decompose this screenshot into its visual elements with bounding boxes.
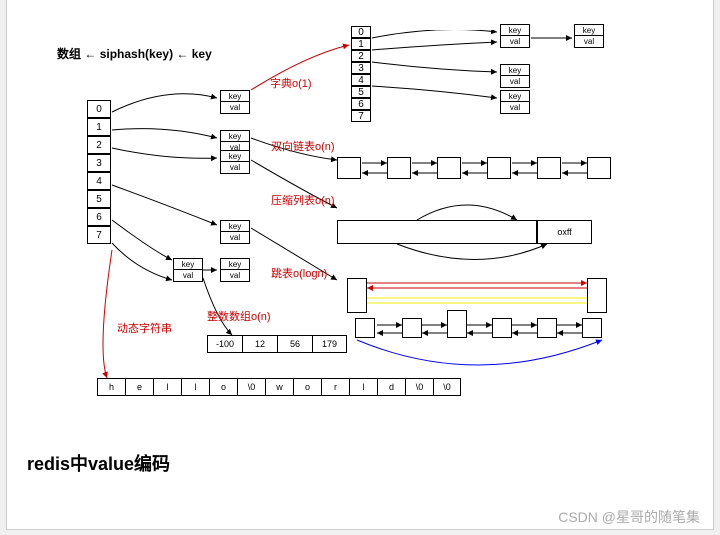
main-array-1: 1 [87, 118, 111, 136]
sl-n6 [582, 318, 602, 338]
dict-kv-1: keyval [500, 24, 530, 48]
dict-7: 7 [351, 110, 371, 122]
sl-n2 [402, 318, 422, 338]
kv-node-3: keyval [220, 150, 250, 174]
ll-node-3 [437, 157, 461, 179]
main-array-2: 2 [87, 136, 111, 154]
section-title: redis中value编码 [27, 450, 170, 476]
main-array-5: 5 [87, 190, 111, 208]
sl-n1 [355, 318, 375, 338]
main-array-6: 6 [87, 208, 111, 226]
main-array-7: 7 [87, 226, 111, 244]
kv-node-1: keyval [220, 90, 250, 114]
dict-kv-1b: keyval [574, 24, 604, 48]
ll-node-1 [337, 157, 361, 179]
linkedlist-label: 双向链表o(n) [271, 138, 335, 154]
page-container: 数组 ← siphash(key) ← key 0 1 2 3 4 5 6 7 … [6, 0, 714, 530]
dict-4: 4 [351, 74, 371, 86]
main-array-0: 0 [87, 100, 111, 118]
dict-label: 字典o(1) [270, 75, 312, 91]
dict-kv-2: keyval [500, 64, 530, 88]
main-array-3: 3 [87, 154, 111, 172]
ll-node-4 [487, 157, 511, 179]
skiplist-label: 跳表o(logn) [271, 265, 327, 281]
dict-3: 3 [351, 62, 371, 74]
sl-n3 [447, 310, 467, 338]
array-label: 数组 ← siphash(key) ← key [57, 45, 212, 62]
kv-node-5a: keyval [173, 258, 203, 282]
int-array: -1001256179 [207, 335, 347, 353]
ll-node-2 [387, 157, 411, 179]
diagram-area: 数组 ← siphash(key) ← key 0 1 2 3 4 5 6 7 … [17, 30, 697, 430]
dict-2: 2 [351, 50, 371, 62]
dict-0: 0 [351, 26, 371, 38]
sl-tail [587, 278, 607, 313]
ll-node-6 [587, 157, 611, 179]
ziplist-body [337, 220, 537, 244]
sl-head [347, 278, 367, 313]
ziplist-label: 压缩列表o(n) [271, 192, 335, 208]
sl-n4 [492, 318, 512, 338]
dict-kv-3: keyval [500, 90, 530, 114]
intarr-label: 整数数组o(n) [207, 308, 271, 324]
dict-1: 1 [351, 38, 371, 50]
dict-6: 6 [351, 98, 371, 110]
dict-5: 5 [351, 86, 371, 98]
kv-node-4: keyval [220, 220, 250, 244]
kv-node-5b: keyval [220, 258, 250, 282]
sl-n5 [537, 318, 557, 338]
watermark: CSDN @星哥的随笔集 [558, 507, 700, 527]
sds-array: hello\0world\0\0 [97, 378, 461, 396]
main-array-4: 4 [87, 172, 111, 190]
ziplist-end: oxff [537, 220, 592, 244]
ll-node-5 [537, 157, 561, 179]
sds-label: 动态字符串 [117, 320, 172, 336]
